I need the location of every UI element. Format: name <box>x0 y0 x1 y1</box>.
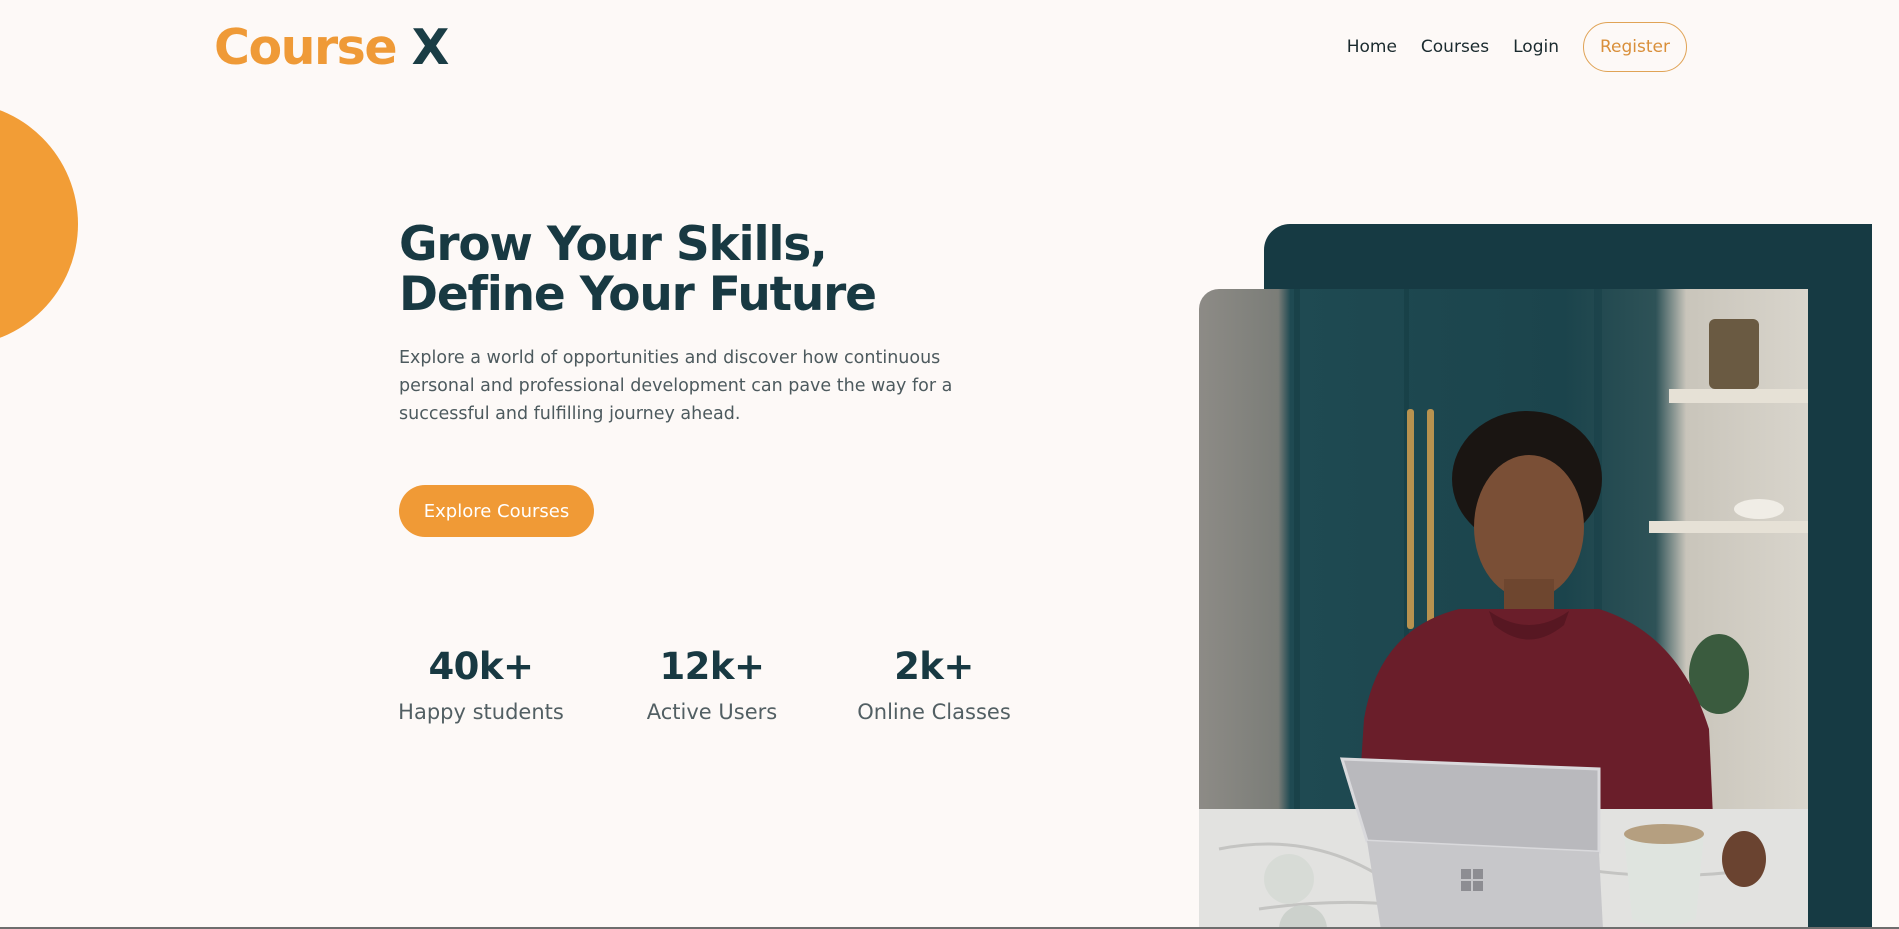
stat-value: 2k+ <box>894 645 974 688</box>
hero-title: Grow Your Skills, Define Your Future <box>399 220 959 320</box>
stats-row: 40k+ Happy students 12k+ Active Users 2k… <box>398 640 1011 728</box>
stat-active-users: 12k+ Active Users <box>644 640 780 728</box>
hero-title-line-2: Define Your Future <box>399 267 877 322</box>
explore-courses-button[interactable]: Explore Courses <box>399 485 594 537</box>
register-button[interactable]: Register <box>1583 22 1687 72</box>
stat-label: Happy students <box>398 700 564 724</box>
landing-page: Course X Home Courses Login Register Gro… <box>0 0 1899 929</box>
nav-courses-link[interactable]: Courses <box>1421 37 1489 57</box>
decorative-orange-circle <box>0 102 78 346</box>
stat-label: Active Users <box>646 700 778 724</box>
stat-happy-students: 40k+ Happy students <box>398 640 564 728</box>
logo-course-text: Course <box>214 19 398 76</box>
hero-photo-illustration <box>1199 289 1808 929</box>
main-nav: Home Courses Login Register <box>1323 22 1687 72</box>
nav-login-link[interactable]: Login <box>1513 37 1559 57</box>
stat-value: 40k+ <box>428 645 534 688</box>
nav-home-link[interactable]: Home <box>1347 37 1397 57</box>
hero-title-line-1: Grow Your Skills, <box>399 217 828 272</box>
stat-label: Online Classes <box>857 700 1011 724</box>
hero-description: Explore a world of opportunities and dis… <box>399 348 953 424</box>
stat-online-classes: 2k+ Online Classes <box>857 640 1011 728</box>
stat-value: 12k+ <box>659 645 765 688</box>
logo[interactable]: Course X <box>214 18 450 78</box>
logo-x-text: X <box>411 19 450 76</box>
hero-photo-student-with-laptop <box>1199 289 1808 929</box>
